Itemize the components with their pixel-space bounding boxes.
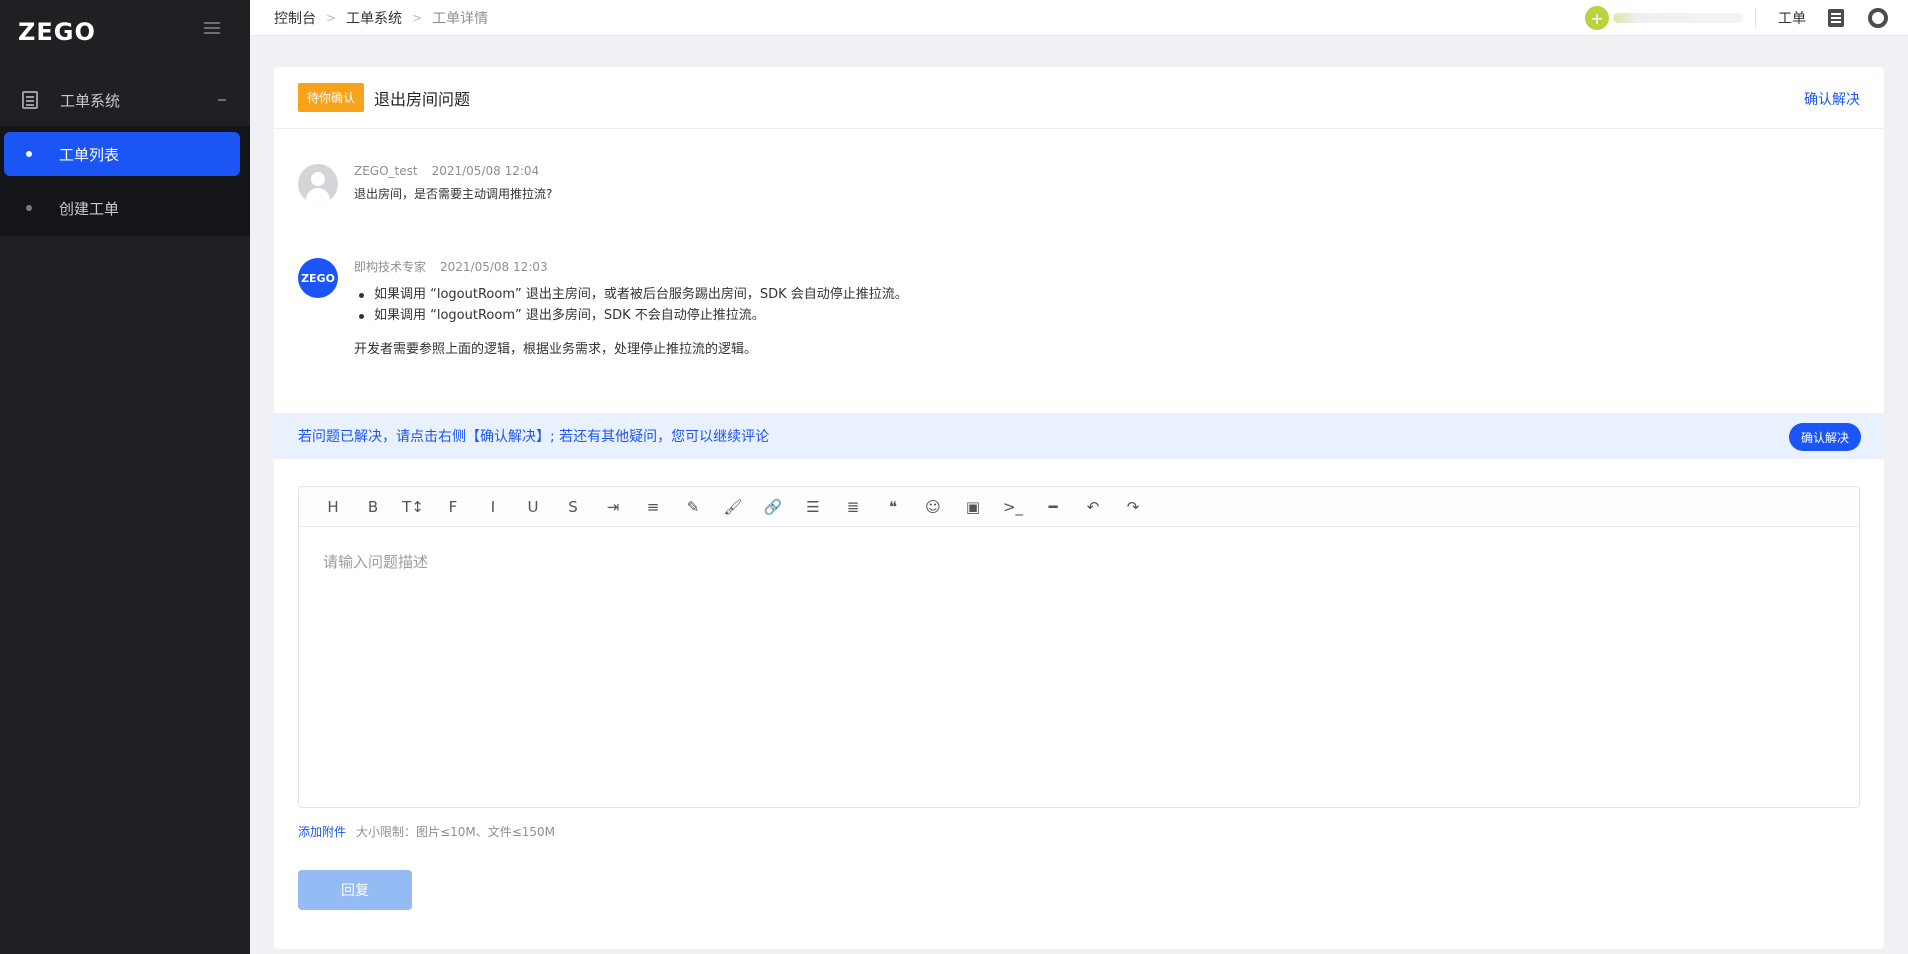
confirm-resolve-link[interactable]: 确认解决	[1804, 89, 1860, 109]
gear-icon[interactable]	[1868, 8, 1888, 28]
sidebar-group-ticket-system[interactable]: 工单系统	[0, 78, 250, 122]
breadcrumb: 控制台 > 工单系统 > 工单详情	[274, 8, 488, 28]
avatar[interactable]: +	[1585, 6, 1609, 30]
list-item: 如果调用 “logoutRoom” 退出多房间，SDK 不会自动停止推拉流。	[354, 305, 908, 326]
message-text: 退出房间，是否需要主动调用推拉流?	[354, 187, 553, 201]
message-author: 即构技术专家	[354, 260, 427, 274]
quote-icon[interactable]: ❝	[873, 487, 913, 527]
list-icon[interactable]: ☰	[793, 487, 833, 527]
message-meta: ZEGO_test 2021/05/08 12:04	[354, 164, 539, 178]
resolve-tip-text: 若问题已解决，请点击右侧【确认解决】; 若还有其他疑问，您可以继续评论	[298, 429, 770, 445]
font-family-icon[interactable]: F	[433, 487, 473, 527]
sidebar-item-create-ticket[interactable]: 创建工单	[0, 186, 250, 230]
sidebar-item-label: 创建工单	[59, 199, 120, 218]
sidebar-item-ticket-list[interactable]: 工单列表	[4, 132, 240, 176]
strikethrough-icon[interactable]: S	[553, 487, 593, 527]
chevron-right-icon: >	[326, 10, 337, 25]
bullet-icon	[26, 151, 32, 157]
status-badge: 待你确认	[298, 83, 365, 112]
topbar-actions: + 工单	[1585, 0, 1908, 36]
add-attachment-link[interactable]: 添加附件	[298, 823, 346, 840]
message-author: ZEGO_test	[354, 164, 418, 178]
divider	[1755, 8, 1756, 28]
resolve-tip-bar: 若问题已解决，请点击右侧【确认解决】; 若还有其他疑问，您可以继续评论 确认解决	[274, 413, 1884, 459]
document-icon[interactable]	[1828, 9, 1844, 27]
attachment-size-hint: 大小限制：图片≤10M、文件≤150M	[356, 825, 556, 839]
confirm-resolve-button[interactable]: 确认解决	[1788, 423, 1861, 451]
font-color-icon[interactable]: ✎	[673, 487, 713, 527]
line-height-icon[interactable]: ≡	[633, 487, 673, 527]
bold-icon[interactable]: B	[353, 487, 393, 527]
sidebar: ZEGO 工单系统 工单列表 创建工单	[0, 0, 250, 954]
collapse-group-icon[interactable]	[218, 99, 226, 101]
message-meta: 即构技术专家 2021/05/08 12:03	[354, 258, 548, 275]
divider-icon[interactable]: ━	[1033, 487, 1073, 527]
indent-icon[interactable]: ⇥	[593, 487, 633, 527]
editor-placeholder[interactable]: 请输入问题描述	[323, 551, 428, 572]
font-size-icon[interactable]: T↕	[393, 487, 433, 527]
sidebar-group-label: 工单系统	[60, 91, 121, 110]
attachment-row: 添加附件 大小限制：图片≤10M、文件≤150M	[298, 823, 555, 840]
bullet-icon	[26, 205, 32, 211]
reply-editor: H B T↕ F I U S ⇥ ≡ ✎ 🖌 🔗 ☰ ≣ ❝ ☺ ▣ >_ ━ ↶ ↷ 请输入问题描述	[298, 486, 1860, 808]
message-text: 开发者需要参照上面的逻辑，根据业务需求，处理停止推拉流的逻辑。	[354, 342, 758, 357]
emoji-icon[interactable]: ☺	[913, 487, 953, 527]
breadcrumb-ticket-detail: 工单详情	[432, 10, 489, 27]
collapse-sidebar-icon[interactable]	[204, 22, 220, 38]
underline-icon[interactable]: U	[513, 487, 553, 527]
image-icon[interactable]: ▣	[953, 487, 993, 527]
ticket-link[interactable]: 工单	[1778, 8, 1806, 28]
message-bullets: 如果调用 “logoutRoom” 退出主房间，或者被后台服务踢出房间，SDK …	[354, 284, 908, 326]
zego-avatar-icon: ZEGO	[298, 258, 338, 298]
chevron-right-icon: >	[412, 10, 423, 25]
heading-icon[interactable]: H	[313, 487, 353, 527]
user-name-blurred[interactable]	[1613, 13, 1743, 23]
ticket-detail-card: 待你确认 退出房间问题 确认解决 ZEGO_test 2021/05/08 12:…	[274, 67, 1884, 949]
user-avatar-icon	[298, 164, 338, 204]
message-time: 2021/05/08 12:04	[431, 164, 540, 178]
ticket-header: 待你确认 退出房间问题 确认解决	[274, 67, 1884, 129]
code-icon[interactable]: >_	[993, 487, 1033, 527]
background-color-icon[interactable]: 🖌	[713, 487, 753, 527]
topbar: 控制台 > 工单系统 > 工单详情 + 工单	[250, 0, 1908, 36]
redo-icon[interactable]: ↷	[1113, 487, 1153, 527]
link-icon[interactable]: 🔗	[753, 487, 793, 527]
ticket-list-icon	[22, 91, 38, 109]
undo-icon[interactable]: ↶	[1073, 487, 1113, 527]
breadcrumb-console[interactable]: 控制台	[274, 8, 316, 28]
reply-button[interactable]: 回复	[298, 870, 412, 910]
editor-toolbar: H B T↕ F I U S ⇥ ≡ ✎ 🖌 🔗 ☰ ≣ ❝ ☺ ▣ >_ ━ ↶ ↷	[299, 487, 1859, 527]
sidebar-item-label: 工单列表	[59, 145, 120, 164]
message-time: 2021/05/08 12:03	[440, 260, 548, 274]
breadcrumb-ticket-system[interactable]: 工单系统	[346, 8, 402, 28]
italic-icon[interactable]: I	[473, 487, 513, 527]
page-title: 退出房间问题	[374, 89, 471, 109]
align-icon[interactable]: ≣	[833, 487, 873, 527]
list-item: 如果调用 “logoutRoom” 退出主房间，或者被后台服务踢出房间，SDK …	[354, 284, 908, 305]
zego-logo[interactable]: ZEGO	[18, 18, 96, 46]
